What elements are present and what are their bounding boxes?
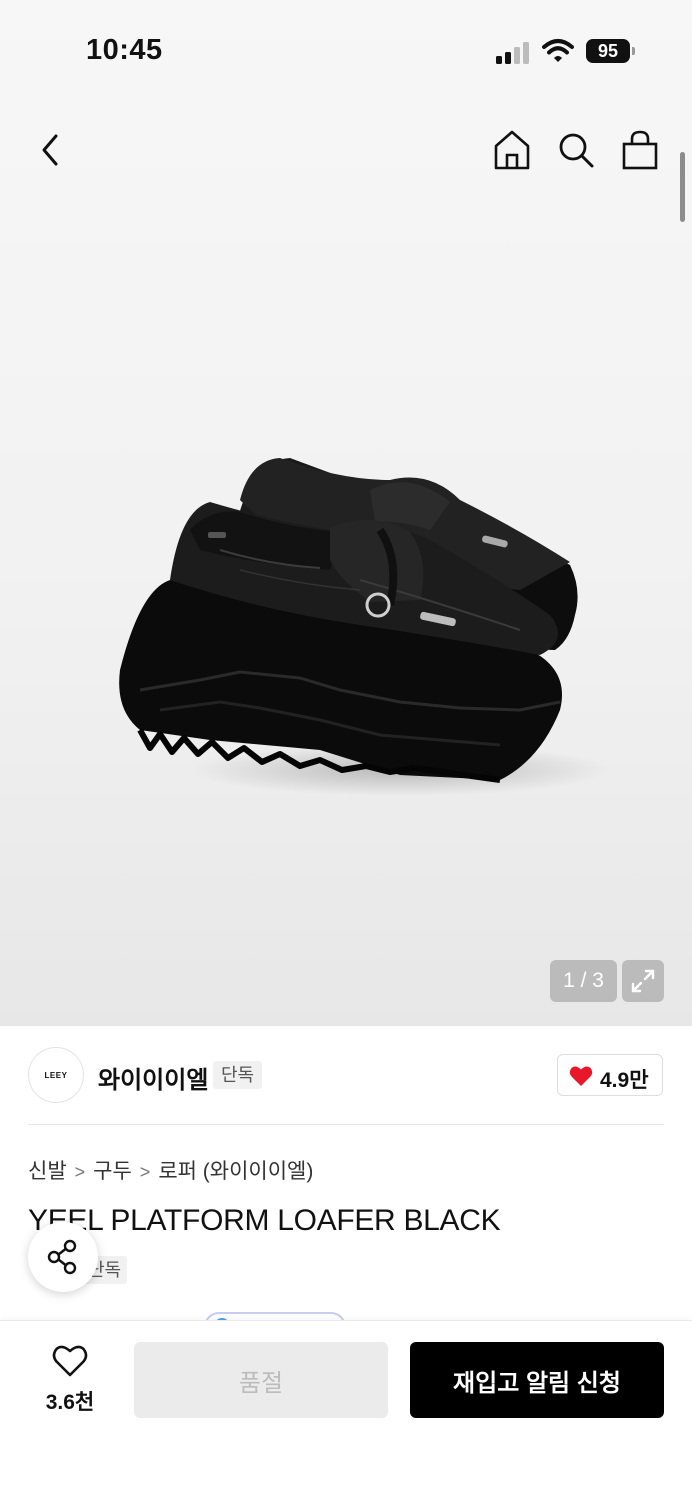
brand-logo[interactable]: LEEY — [28, 1047, 84, 1103]
breadcrumb-item[interactable]: 로퍼 (와이이이엘) — [158, 1155, 313, 1185]
breadcrumb-item[interactable]: 신발 — [28, 1155, 67, 1185]
search-icon[interactable] — [556, 128, 596, 172]
product-title: YEEL PLATFORM LOAFER BLACK — [28, 1204, 501, 1237]
shopping-bag-icon[interactable] — [620, 128, 660, 172]
product-photo — [119, 458, 610, 796]
heart-outline-icon — [52, 1345, 88, 1377]
status-bar: 10:45 95 — [0, 0, 692, 100]
breadcrumb: 신발 > 구두 > 로퍼 (와이이이엘) — [28, 1155, 313, 1185]
brand-like-button[interactable]: 4.9만 — [557, 1054, 663, 1096]
soldout-button[interactable]: 품절 — [134, 1342, 388, 1418]
chevron-left-icon[interactable] — [30, 128, 70, 172]
wishlist-count: 3.6천 — [45, 1391, 95, 1414]
restock-alert-button[interactable]: 재입고 알림 신청 — [410, 1342, 664, 1418]
wifi-icon — [542, 39, 574, 62]
scrollbar[interactable] — [680, 152, 685, 222]
chevron-right-icon: > — [139, 1162, 151, 1182]
battery-level: 95 — [597, 41, 619, 61]
brand-like-count: 4.9만 — [600, 1069, 649, 1092]
heart-filled-icon — [569, 1066, 593, 1086]
brand-name[interactable]: 와이이이엘 — [98, 1060, 208, 1095]
battery-icon: 95 — [586, 39, 636, 63]
share-button[interactable] — [28, 1222, 98, 1292]
home-icon[interactable] — [492, 128, 532, 172]
exclusive-badge: 단독 — [213, 1061, 263, 1089]
share-icon — [47, 1239, 77, 1275]
chevron-right-icon: > — [74, 1162, 86, 1182]
product-image-gallery[interactable]: 10:45 95 1 / 3 — [0, 0, 692, 1026]
breadcrumb-item[interactable]: 구두 — [93, 1155, 132, 1185]
divider — [28, 1124, 664, 1125]
expand-icon[interactable] — [622, 960, 664, 1002]
wishlist-button[interactable]: 3.6천 — [30, 1344, 110, 1416]
status-time: 10:45 — [86, 34, 163, 66]
cellular-signal-icon — [496, 42, 529, 64]
image-counter: 1 / 3 — [550, 960, 617, 1002]
